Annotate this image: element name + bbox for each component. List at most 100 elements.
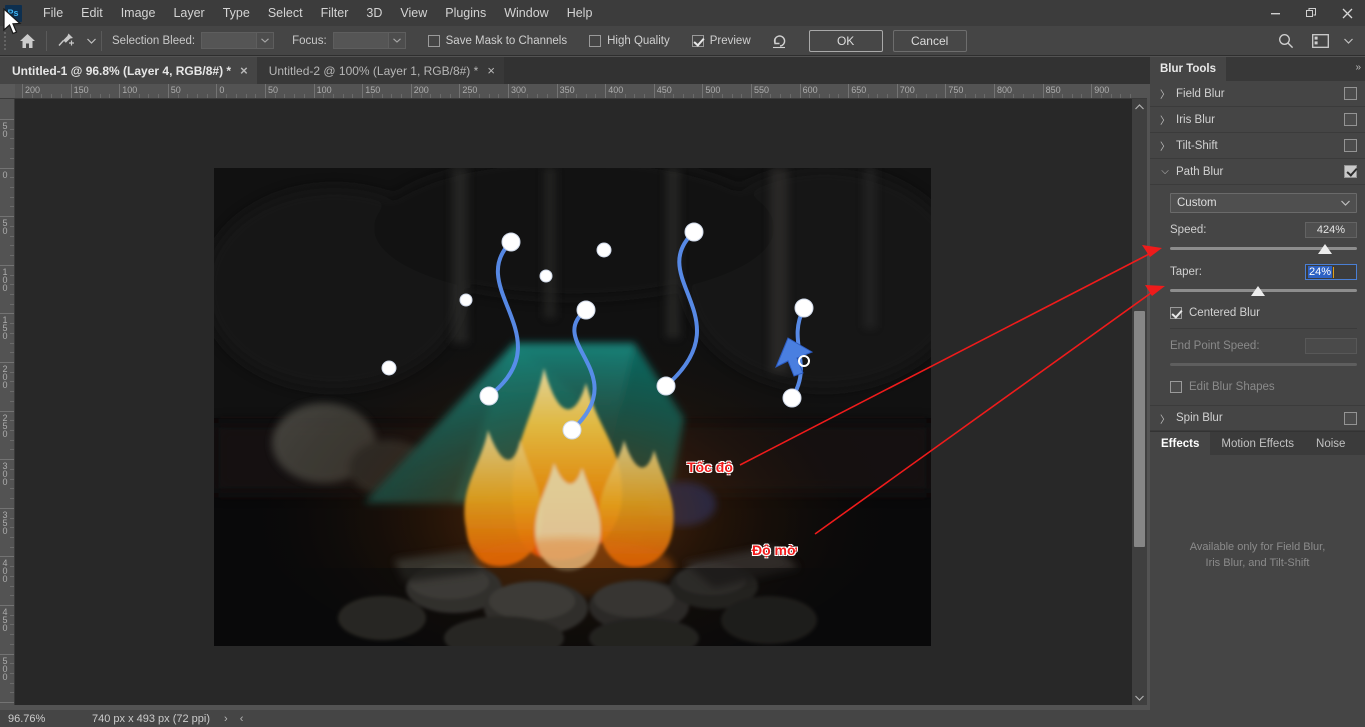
menu-bar[interactable]: FileEditImageLayerTypeSelectFilter3DView…	[34, 0, 601, 26]
status-chevron-right-icon[interactable]: ›	[224, 713, 228, 725]
cancel-button[interactable]: Cancel	[893, 30, 967, 52]
menu-layer[interactable]: Layer	[164, 0, 213, 26]
blur-group-label: Field Blur	[1176, 88, 1344, 100]
window-controls[interactable]	[1257, 0, 1365, 26]
path-blur-overlay[interactable]	[214, 168, 931, 646]
ruler-tick	[0, 119, 15, 120]
iris-blur-toggle[interactable]	[1344, 113, 1357, 126]
centered-blur-checkbox-box[interactable]	[1170, 307, 1182, 319]
workspace-icon[interactable]	[1303, 26, 1337, 56]
ruler-label: 0	[216, 85, 224, 95]
photoshop-logo-text: Ps	[5, 5, 22, 22]
path-blur-body: Custom Speed: 424% Taper: 24% Centered B…	[1150, 185, 1365, 399]
blur-group-tilt-shift[interactable]: 〉 Tilt-Shift	[1150, 133, 1365, 159]
menu-filter[interactable]: Filter	[312, 0, 358, 26]
high-quality-checkbox-box[interactable]	[589, 35, 601, 47]
save-mask-checkbox-box[interactable]	[428, 35, 440, 47]
tab-blur-tools[interactable]: Blur Tools	[1150, 57, 1226, 81]
focus-control[interactable]	[333, 32, 406, 49]
panel-tab-row[interactable]: Blur Tools »	[1150, 57, 1365, 81]
close-tab-icon[interactable]: ×	[240, 63, 248, 78]
menu-3d[interactable]: 3D	[357, 0, 391, 26]
tool-preset-chevron-icon[interactable]	[83, 26, 99, 56]
taper-slider-knob[interactable]	[1251, 286, 1265, 296]
preview-checkbox-box[interactable]	[692, 35, 704, 47]
ruler-label: 150	[1, 315, 9, 339]
speed-slider-knob[interactable]	[1318, 244, 1332, 254]
centered-blur-checkbox[interactable]: Centered Blur	[1170, 307, 1357, 319]
ok-button[interactable]: OK	[809, 30, 883, 52]
path-blur-toggle[interactable]	[1344, 165, 1357, 178]
ruler-label: 0	[1, 170, 9, 178]
blur-gallery-pin-icon[interactable]	[49, 26, 83, 56]
save-mask-to-channels-checkbox[interactable]: Save Mask to Channels	[428, 35, 567, 47]
taper-row: Taper: 24%	[1170, 264, 1357, 280]
restore-icon[interactable]	[1293, 0, 1329, 26]
double-chevron-right-icon[interactable]: »	[1355, 62, 1361, 73]
canvas-vertical-scrollbar[interactable]	[1132, 99, 1147, 705]
effects-tab-effects[interactable]: Effects	[1150, 432, 1210, 456]
menu-select[interactable]: Select	[259, 0, 312, 26]
zoom-level[interactable]: 96.76%	[0, 713, 76, 725]
workspace-chevron-down-icon[interactable]	[1337, 26, 1359, 56]
taper-slider[interactable]	[1170, 285, 1357, 297]
high-quality-checkbox[interactable]: High Quality	[589, 35, 670, 47]
menu-file[interactable]: File	[34, 0, 72, 26]
end-point-speed-slider-track	[1170, 363, 1357, 366]
selection-bleed-dropdown-icon[interactable]	[257, 32, 274, 49]
chevron-right-icon[interactable]: 〉	[1158, 112, 1172, 127]
blur-group-spin-blur[interactable]: 〉 Spin Blur	[1150, 405, 1365, 431]
close-icon[interactable]	[1329, 0, 1365, 26]
canvas-area[interactable]	[15, 99, 1132, 705]
menu-window[interactable]: Window	[495, 0, 557, 26]
focus-dropdown-icon[interactable]	[389, 32, 406, 49]
menu-image[interactable]: Image	[112, 0, 165, 26]
menu-view[interactable]: View	[391, 0, 436, 26]
status-chevron-left-icon[interactable]: ‹	[240, 713, 244, 725]
home-icon[interactable]	[10, 26, 44, 56]
selection-bleed-control[interactable]	[201, 32, 274, 49]
ruler-label: 50	[168, 85, 181, 95]
chevron-right-icon[interactable]: 〉	[1158, 411, 1172, 426]
menu-type[interactable]: Type	[214, 0, 259, 26]
scroll-down-icon[interactable]	[1132, 690, 1147, 705]
speed-input[interactable]: 424%	[1305, 222, 1357, 238]
search-icon[interactable]	[1269, 26, 1303, 56]
blur-group-field-blur[interactable]: 〉 Field Blur	[1150, 81, 1365, 107]
chevron-right-icon[interactable]: 〉	[1158, 138, 1172, 153]
scroll-up-icon[interactable]	[1132, 99, 1147, 114]
reset-arrow-icon[interactable]	[763, 26, 797, 56]
menu-edit[interactable]: Edit	[72, 0, 112, 26]
effects-tab-row[interactable]: EffectsMotion EffectsNoise	[1150, 431, 1365, 455]
menu-help[interactable]: Help	[558, 0, 602, 26]
blur-group-path-blur[interactable]: ⌵ Path Blur	[1150, 159, 1365, 185]
menu-plugins[interactable]: Plugins	[436, 0, 495, 26]
options-bar-grip	[0, 26, 10, 56]
edit-blur-shapes-checkbox[interactable]: Edit Blur Shapes	[1170, 381, 1357, 393]
document-tab-bar[interactable]: Untitled-1 @ 96.8% (Layer 4, RGB/8#) *×U…	[0, 57, 1150, 84]
vertical-scrollbar-thumb[interactable]	[1134, 311, 1145, 547]
speed-slider[interactable]	[1170, 243, 1357, 255]
document-tab[interactable]: Untitled-1 @ 96.8% (Layer 4, RGB/8#) *×	[0, 57, 257, 84]
preview-checkbox[interactable]: Preview	[692, 35, 751, 47]
speed-row: Speed: 424%	[1170, 222, 1357, 238]
close-tab-icon[interactable]: ×	[487, 63, 495, 78]
effects-tab-noise[interactable]: Noise	[1305, 432, 1356, 456]
selection-bleed-input[interactable]	[201, 32, 257, 49]
chevron-down-icon[interactable]: ⌵	[1158, 166, 1172, 177]
effects-tab-motion-effects[interactable]: Motion Effects	[1210, 432, 1305, 456]
spin-blur-toggle[interactable]	[1344, 412, 1357, 425]
artboard[interactable]	[214, 168, 931, 646]
focus-input[interactable]	[333, 32, 389, 49]
field-blur-toggle[interactable]	[1344, 87, 1357, 100]
document-tab[interactable]: Untitled-2 @ 100% (Layer 1, RGB/8#) *×	[257, 57, 504, 84]
end-point-speed-row: End Point Speed:	[1170, 338, 1357, 354]
tool-options-bar: Selection Bleed: Focus: Save Mask to Cha…	[0, 26, 1365, 56]
blur-group-iris-blur[interactable]: 〉 Iris Blur	[1150, 107, 1365, 133]
path-blur-preset-select[interactable]: Custom	[1170, 193, 1357, 213]
edit-blur-shapes-checkbox-box[interactable]	[1170, 381, 1182, 393]
taper-input[interactable]: 24%	[1305, 264, 1357, 280]
chevron-right-icon[interactable]: 〉	[1158, 86, 1172, 101]
tilt-shift-toggle[interactable]	[1344, 139, 1357, 152]
minimize-icon[interactable]	[1257, 0, 1293, 26]
